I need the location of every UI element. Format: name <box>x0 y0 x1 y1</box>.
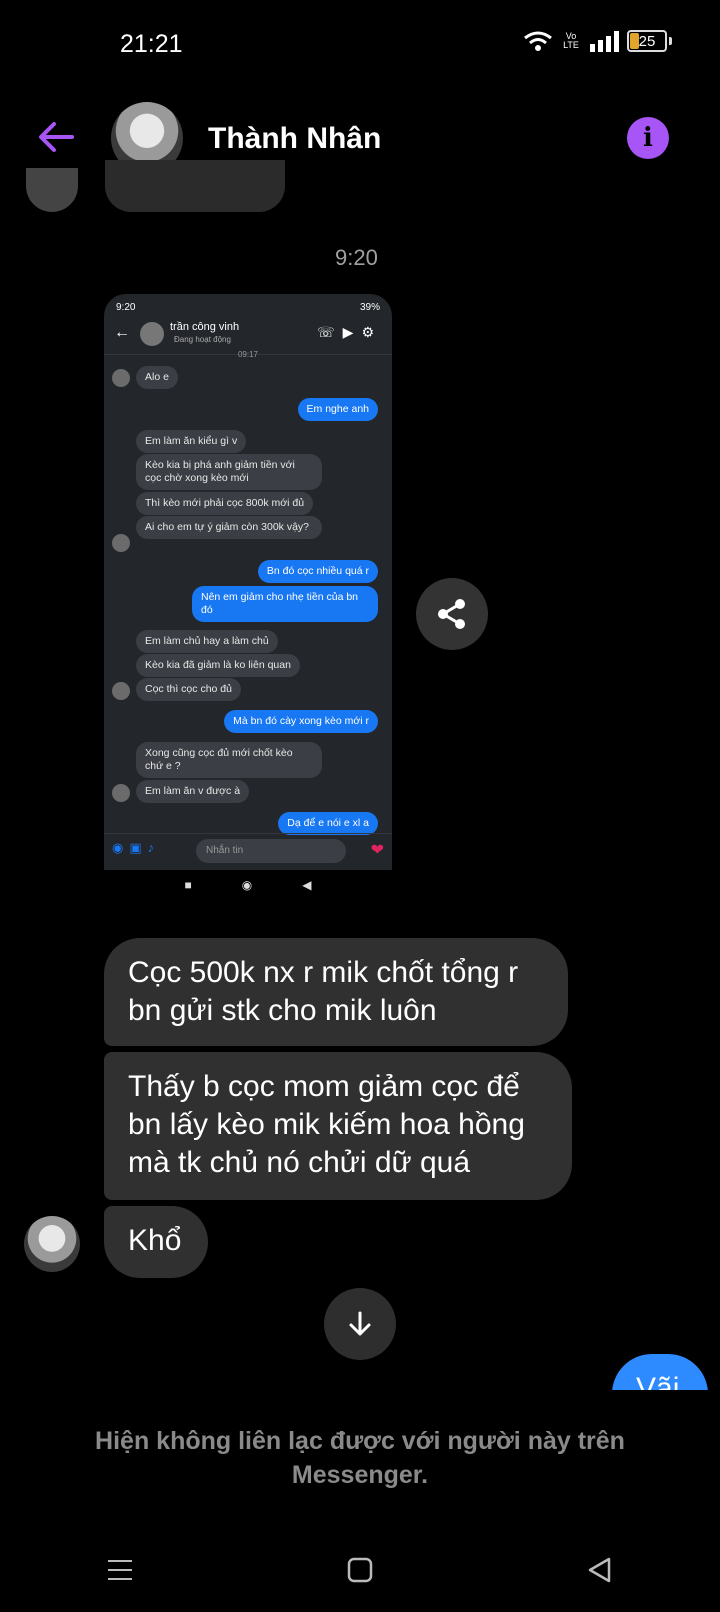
inner-heart-icon: ❤ <box>370 842 384 859</box>
inner-message: Em làm ăn kiểu gì v <box>136 430 247 453</box>
inner-message: Xong cũng cọc đủ mới chốt kèo chứ e ? <box>136 742 322 778</box>
inner-composer: ◉▣♪ Nhắn tin ❤ <box>104 833 392 870</box>
inner-message: Em làm ăn v được à <box>136 780 250 803</box>
inner-back-nav-icon: ◀ <box>302 878 312 892</box>
message-timestamp: 9:20 <box>335 245 378 270</box>
inner-avatar <box>140 322 164 346</box>
inner-message: Thì kèo mới phải cọc 800k mới đủ <box>136 492 314 515</box>
inner-message: Nên em giảm cho nhẹ tiền của bn đó <box>192 586 378 622</box>
battery-icon: 25 <box>627 30 667 52</box>
inner-contact-name: trần công vinh <box>170 321 240 333</box>
outgoing-message-clip: Vãi <box>0 1340 720 1390</box>
back-arrow-icon <box>39 122 74 152</box>
info-icon: i <box>643 123 653 153</box>
inner-message: Cọc thì cọc cho đủ <box>136 678 241 701</box>
arrow-down-icon <box>349 1311 371 1336</box>
back-triangle-icon[interactable] <box>585 1555 615 1585</box>
avatar[interactable] <box>24 1216 80 1272</box>
recents-menu-icon[interactable] <box>105 1557 135 1583</box>
inner-avatar <box>112 534 130 552</box>
status-time: 21:21 <box>120 30 183 58</box>
shared-screenshot-image[interactable]: 9:20 39% ← trần công vinh Đang hoạt động… <box>104 294 392 900</box>
status-icons: Vo LTE 25 <box>523 30 672 52</box>
inner-message-input: Nhắn tin <box>196 839 346 863</box>
contact-name[interactable]: Thành Nhân <box>208 122 381 156</box>
inner-status-time: 9:20 <box>116 302 136 313</box>
inner-composer-icons: ◉▣♪ <box>112 840 161 855</box>
inner-message: Ai cho em tự ý giảm còn 300k vậy? <box>136 516 322 539</box>
inner-recents-icon: ■ <box>184 878 192 892</box>
inner-time-divider: 09:17 <box>237 350 259 359</box>
inner-home-icon: ◉ <box>241 878 253 892</box>
inner-contact-status: Đang hoạt động <box>174 335 231 344</box>
inner-message: Kèo kia đã giảm là ko liên quan <box>136 654 300 677</box>
inner-call-icons: ☏▶⚙ <box>317 324 382 340</box>
inner-nav-bar: ■ ◉ ◀ <box>104 870 392 900</box>
inner-status-battery: 39% <box>359 302 380 313</box>
home-square-icon[interactable] <box>345 1555 375 1585</box>
volte-icon: Vo LTE <box>563 31 579 50</box>
message-bubble[interactable]: Cọc 500k nx r mik chốt tổng r bn gửi stk… <box>104 938 568 1046</box>
inner-message: Alo e <box>136 366 178 389</box>
avatar <box>26 168 78 212</box>
system-nav-bar <box>0 1540 720 1600</box>
info-button[interactable]: i <box>627 117 669 159</box>
inner-avatar <box>112 682 130 700</box>
share-button[interactable] <box>416 578 488 650</box>
message-bubble[interactable]: Thấy b cọc mom giảm cọc để bn lấy kèo mi… <box>104 1052 572 1200</box>
wifi-icon <box>524 31 552 51</box>
inner-avatar <box>112 369 130 387</box>
unavailable-notice: Hiện không liên lạc được với người này t… <box>95 1427 625 1489</box>
inner-message: Kèo kia bị phá anh giảm tiền với cọc chờ… <box>136 454 322 490</box>
inner-back-icon: ← <box>114 324 130 341</box>
inner-message: Em nghe anh <box>297 398 378 421</box>
message-bubble[interactable] <box>105 160 285 212</box>
back-button[interactable] <box>34 115 78 159</box>
inner-message: Dạ để e nói e xl a <box>278 812 378 835</box>
inner-message: Em làm chủ hay a làm chủ <box>136 630 278 653</box>
inner-avatar <box>112 784 130 802</box>
battery-level: 25 <box>638 32 656 50</box>
signal-icon <box>590 31 619 52</box>
outgoing-message-bubble[interactable]: Vãi <box>612 1354 708 1390</box>
share-icon <box>438 599 465 629</box>
inner-message: Mà bn đó cày xong kèo mới r <box>224 710 378 733</box>
inner-message: Bn đó cọc nhiều quá r <box>257 560 378 583</box>
message-bubble[interactable]: Khổ <box>104 1206 208 1278</box>
